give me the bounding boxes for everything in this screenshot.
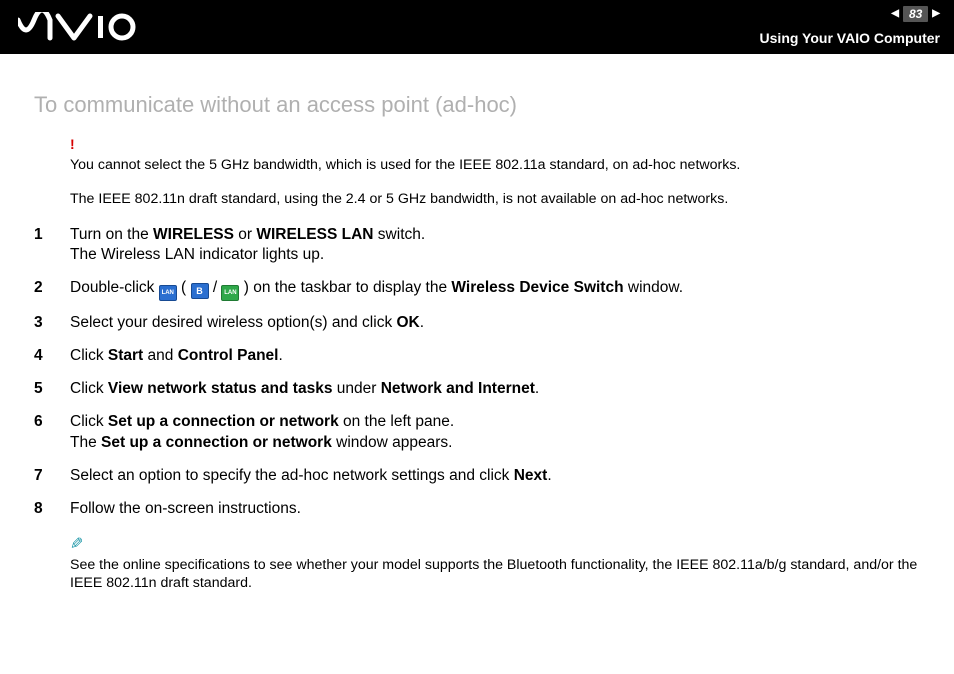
prev-page-icon[interactable]: ◀ (891, 9, 899, 19)
step-1-sub: The Wireless LAN indicator lights up. (70, 245, 920, 266)
taskbar-lan-green-icon: LAN (221, 285, 239, 301)
warning-text-2: The IEEE 802.11n draft standard, using t… (70, 191, 920, 209)
step-6-sub: The Set up a connection or network windo… (70, 433, 920, 454)
note-pencil-icon: ✎ (70, 534, 83, 554)
step-4: Click Start and Control Panel. (34, 346, 920, 367)
step-6: Click Set up a connection or network on … (34, 412, 920, 454)
taskbar-lan-icon: LAN (159, 285, 177, 301)
warning-icon: ! (70, 136, 75, 152)
step-7: Select an option to specify the ad-hoc n… (34, 466, 920, 487)
step-1: Turn on the WIRELESS or WIRELESS LAN swi… (34, 225, 920, 267)
step-3: Select your desired wireless option(s) a… (34, 313, 920, 334)
warning-text-1: You cannot select the 5 GHz bandwidth, w… (70, 157, 920, 175)
steps-list: Turn on the WIRELESS or WIRELESS LAN swi… (34, 225, 920, 520)
taskbar-bluetooth-icon: B (191, 283, 209, 299)
page-number: 83 (903, 6, 928, 22)
header-bar: ◀ 83 ▶ Using Your VAIO Computer (0, 0, 954, 54)
footnote-block: ✎ See the online specifications to see w… (70, 534, 920, 593)
page-heading: To communicate without an access point (… (34, 92, 920, 118)
vaio-logo-icon (18, 12, 138, 42)
page-content: To communicate without an access point (… (0, 54, 954, 593)
page-navigator: ◀ 83 ▶ (891, 6, 940, 22)
step-2: Double-click LAN ( B / LAN ) on the task… (34, 278, 920, 301)
step-5: Click View network status and tasks unde… (34, 379, 920, 400)
step-8: Follow the on-screen instructions. (34, 499, 920, 520)
warning-block: ! You cannot select the 5 GHz bandwidth,… (70, 136, 920, 209)
footnote-text: See the online specifications to see whe… (70, 556, 920, 593)
next-page-icon[interactable]: ▶ (932, 9, 940, 19)
section-title: Using Your VAIO Computer (760, 30, 940, 46)
